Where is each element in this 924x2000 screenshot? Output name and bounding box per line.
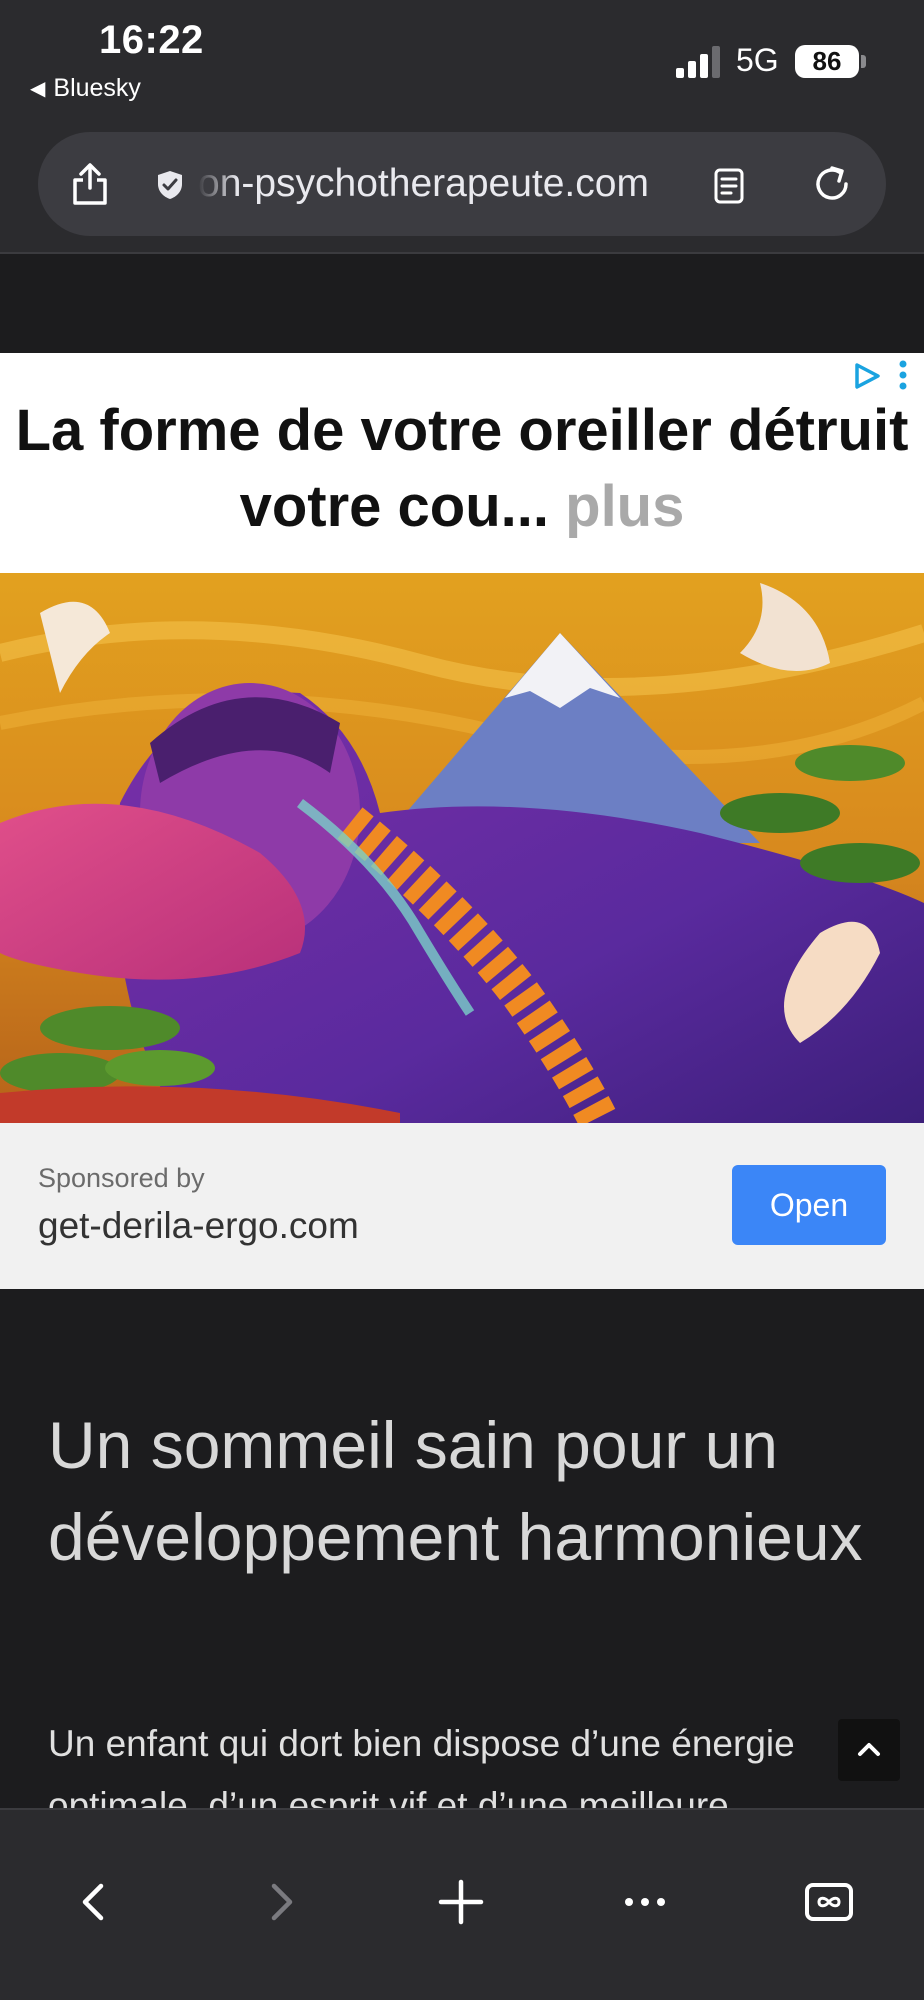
status-time: 16:22: [99, 18, 204, 62]
open-button[interactable]: Open: [732, 1165, 886, 1245]
ad-menu-icon[interactable]: [898, 359, 908, 391]
forward-arrow-icon[interactable]: [248, 1870, 312, 1934]
browser-address-area: on-psychotherapeute.com: [0, 128, 924, 254]
reload-icon[interactable]: [812, 164, 852, 204]
plus-icon[interactable]: [429, 1870, 493, 1934]
shield-icon: [158, 171, 182, 199]
article-body: Un enfant qui dort bien dispose d’une én…: [48, 1723, 795, 1809]
network-type: 5G: [736, 42, 779, 78]
advertisement[interactable]: La forme de votre oreiller détruit votre…: [0, 353, 924, 1289]
status-bar: 16:22 ◀ Bluesky 5G 86: [0, 0, 924, 128]
page-top-spacer: [0, 254, 924, 354]
tabs-icon[interactable]: [797, 1870, 861, 1934]
sponsored-label: Sponsored by: [38, 1163, 205, 1193]
chevron-up-icon: [858, 1743, 880, 1756]
article: Un sommeil sain pour un développement ha…: [0, 1289, 924, 1809]
cellular-signal-icon: [676, 46, 720, 78]
ad-headline[interactable]: La forme de votre oreiller détruit votre…: [0, 393, 924, 545]
article-title: Un sommeil sain pour un développement ha…: [48, 1408, 863, 1574]
url-text[interactable]: on-psychotherapeute.com: [198, 162, 718, 206]
back-app-label: Bluesky: [53, 74, 141, 102]
address-bar[interactable]: on-psychotherapeute.com: [38, 132, 886, 236]
more-icon[interactable]: [613, 1870, 677, 1934]
browser-toolbar: [0, 1808, 924, 2000]
back-arrow-icon[interactable]: [63, 1870, 127, 1934]
ad-headline-more[interactable]: plus: [565, 474, 684, 539]
ad-image[interactable]: [0, 573, 924, 1123]
ad-footer: Sponsored by get-derila-ergo.com Open: [0, 1123, 924, 1289]
battery-level: 86: [795, 45, 859, 78]
ad-headline-text: La forme de votre oreiller détruit votre…: [15, 398, 909, 539]
sponsor-domain[interactable]: get-derila-ergo.com: [38, 1205, 359, 1247]
share-icon[interactable]: [70, 162, 110, 206]
ad-choices-icon[interactable]: [852, 361, 882, 391]
battery-cap: [861, 55, 866, 68]
back-triangle-icon: ◀: [30, 78, 46, 100]
back-to-app-button[interactable]: ◀ Bluesky: [30, 74, 141, 103]
reader-icon[interactable]: [714, 168, 744, 204]
scroll-to-top-button[interactable]: [838, 1719, 900, 1781]
